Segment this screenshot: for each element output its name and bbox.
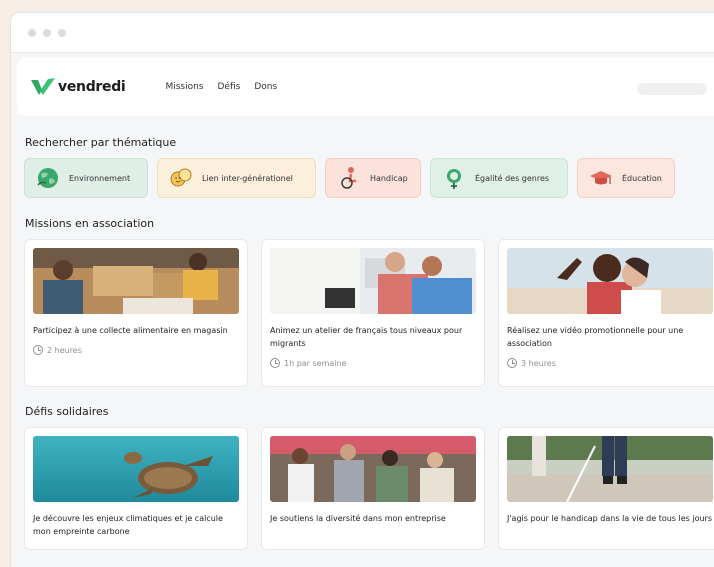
top-navbar: vendredi Missions Défis Dons bbox=[17, 58, 714, 116]
mission-card[interactable]: Animez un atelier de français tous nivea… bbox=[261, 239, 485, 387]
chip-label: Environnement bbox=[69, 173, 131, 183]
missions-title: Missions en association bbox=[25, 217, 155, 230]
thematics-title: Rechercher par thématique bbox=[25, 136, 177, 149]
defis-cards: Je découvre les enjeux climatiques et je… bbox=[24, 427, 714, 550]
clock-icon bbox=[507, 358, 517, 368]
mission-title: Réalisez une vidéo promotionnelle pour u… bbox=[507, 326, 684, 348]
defi-image-tortue bbox=[33, 436, 239, 502]
duration-text: 3 heures bbox=[521, 358, 556, 368]
defi-image-handicap bbox=[507, 436, 713, 502]
mission-duration: 3 heures bbox=[507, 358, 713, 368]
duration-text: 2 heures bbox=[47, 345, 82, 355]
window-dot-close[interactable] bbox=[28, 28, 36, 37]
defi-card[interactable]: J'agis pour le handicap dans la vie de t… bbox=[498, 427, 714, 550]
wheelchair-icon bbox=[341, 167, 356, 189]
mission-title: Participez à une collecte alimentaire en… bbox=[33, 326, 228, 335]
chip-lien-intergenerationel[interactable]: Lien inter-générationel bbox=[157, 158, 316, 198]
mission-image-atelier bbox=[270, 248, 476, 314]
brand-name: vendredi bbox=[58, 79, 126, 95]
vendredi-v-icon bbox=[31, 78, 55, 95]
thematic-chips: Environnement Lien inter-générationel Ha… bbox=[24, 158, 675, 198]
defis-title: Défis solidaires bbox=[25, 405, 109, 418]
mission-image-video bbox=[507, 248, 713, 314]
defi-title: Je découvre les enjeux climatiques et je… bbox=[33, 514, 223, 536]
defi-card[interactable]: Je soutiens la diversité dans mon entrep… bbox=[261, 427, 485, 550]
mission-title: Animez un atelier de français tous nivea… bbox=[270, 326, 463, 348]
graduation-cap-icon bbox=[590, 171, 612, 185]
window-dot-minimize[interactable] bbox=[43, 28, 51, 37]
search-input[interactable] bbox=[637, 83, 707, 95]
mission-card[interactable]: Réalisez une vidéo promotionnelle pour u… bbox=[498, 239, 714, 387]
window-titlebar bbox=[11, 13, 714, 53]
defi-title: J'agis pour le handicap dans la vie de t… bbox=[507, 514, 713, 523]
defi-title: Je soutiens la diversité dans mon entrep… bbox=[270, 514, 446, 523]
chip-environnement[interactable]: Environnement bbox=[24, 158, 148, 198]
defi-card[interactable]: Je découvre les enjeux climatiques et je… bbox=[24, 427, 248, 550]
missions-cards: Participez à une collecte alimentaire en… bbox=[24, 239, 714, 387]
duration-text: 1h par semaine bbox=[284, 358, 347, 368]
window-dot-maximize[interactable] bbox=[58, 28, 66, 37]
nav-link-dons[interactable]: Dons bbox=[254, 82, 277, 92]
chip-education[interactable]: Éducation bbox=[577, 158, 675, 198]
chip-label: Éducation bbox=[622, 173, 662, 183]
nav-links: Missions Défis Dons bbox=[165, 82, 277, 92]
clock-icon bbox=[33, 345, 43, 355]
chip-label: Lien inter-générationel bbox=[202, 173, 293, 183]
mission-duration: 1h par semaine bbox=[270, 358, 476, 368]
brand-logo[interactable]: vendredi bbox=[31, 78, 126, 96]
chip-label: Handicap bbox=[370, 173, 408, 183]
chip-handicap[interactable]: Handicap bbox=[325, 158, 421, 198]
gender-icon bbox=[447, 169, 461, 189]
globe-icon bbox=[37, 168, 58, 188]
nav-link-missions[interactable]: Missions bbox=[165, 82, 203, 92]
defi-image-diversite bbox=[270, 436, 476, 502]
mission-card[interactable]: Participez à une collecte alimentaire en… bbox=[24, 239, 248, 387]
chip-label: Égalité des genres bbox=[475, 173, 550, 183]
mission-image-collecte bbox=[33, 248, 239, 314]
nav-link-defis[interactable]: Défis bbox=[217, 82, 240, 92]
clock-icon bbox=[270, 358, 280, 368]
chip-egalite-des-genres[interactable]: Égalité des genres bbox=[430, 158, 568, 198]
faces-icon bbox=[170, 168, 192, 187]
mission-duration: 2 heures bbox=[33, 345, 239, 355]
